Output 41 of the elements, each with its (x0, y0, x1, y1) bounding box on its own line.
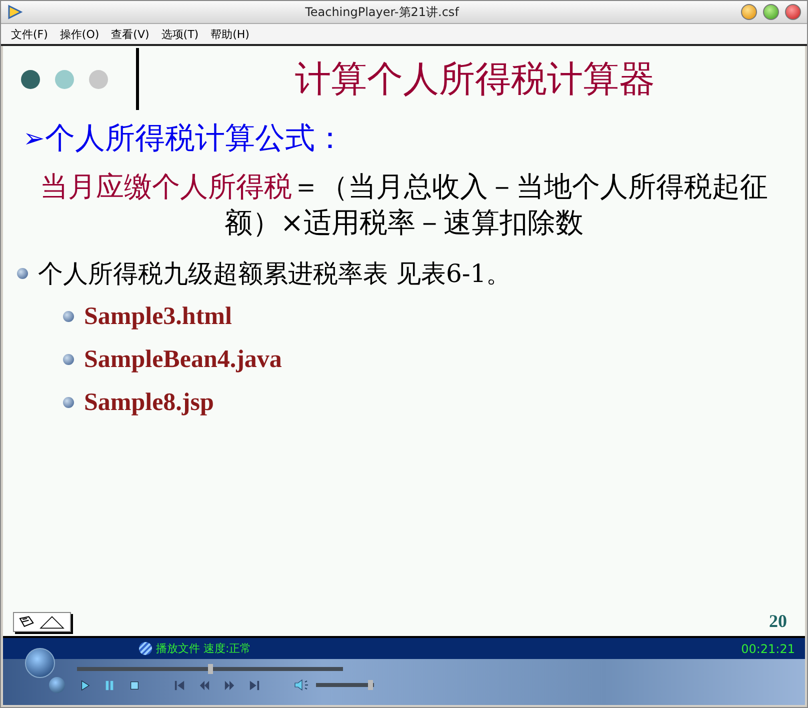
skip-end-icon[interactable] (249, 680, 260, 690)
close-button[interactable] (785, 4, 801, 20)
bullet-icon (63, 311, 74, 322)
play-icon (7, 4, 23, 20)
triangle-icon (38, 614, 66, 628)
menu-item[interactable]: 帮助(H) (210, 26, 250, 42)
pen-icon (18, 614, 36, 628)
bullet-icon (63, 397, 74, 408)
file-name: Sample8.jsp (84, 388, 214, 416)
maximize-button[interactable] (763, 4, 779, 20)
section-heading: 个人所得税计算公式： (45, 120, 345, 158)
page-number: 20 (769, 611, 787, 632)
status-text: 播放文件 速度:正常 (156, 641, 252, 656)
bullet-icon (63, 354, 74, 365)
menu-item[interactable]: 操作(O) (60, 26, 100, 42)
minimize-button[interactable] (741, 4, 757, 20)
bullet-text: 个人所得税九级超额累进税率表 见表6-1。 (38, 258, 512, 290)
volume-thumb[interactable] (368, 680, 374, 690)
volume-track[interactable] (316, 683, 374, 687)
status-icon (139, 642, 152, 655)
formula-text: 当月应缴个人所得税＝（当月总收入－当地个人所得税起征额）×适用税率－速算扣除数 (39, 169, 769, 241)
menu-item[interactable]: 文件(F) (11, 26, 48, 42)
fast-forward-icon[interactable] (224, 680, 235, 690)
menu-item[interactable]: 查看(V) (111, 26, 150, 42)
window-title: TeachingPlayer-第21讲.csf (304, 4, 460, 20)
file-name: SampleBean4.java (84, 346, 282, 374)
pause-icon[interactable] (104, 680, 115, 690)
time-display: 00:21:21 (741, 642, 795, 656)
menu-item[interactable]: 选项(T) (161, 26, 199, 42)
speaker-icon[interactable] (294, 678, 310, 692)
progress-track[interactable] (77, 667, 343, 671)
file-name: Sample3.html (84, 302, 232, 330)
rewind-icon[interactable] (199, 680, 210, 690)
stop-icon[interactable] (129, 680, 140, 690)
skip-start-icon[interactable] (174, 680, 185, 690)
arrow-bullet: ➢ (23, 123, 45, 154)
slide-title: 计算个人所得税计算器 (294, 58, 656, 102)
bullet-icon (17, 268, 28, 278)
progress-thumb[interactable] (208, 664, 213, 674)
pen-toolbar[interactable] (13, 612, 71, 632)
play-icon[interactable] (79, 680, 90, 690)
